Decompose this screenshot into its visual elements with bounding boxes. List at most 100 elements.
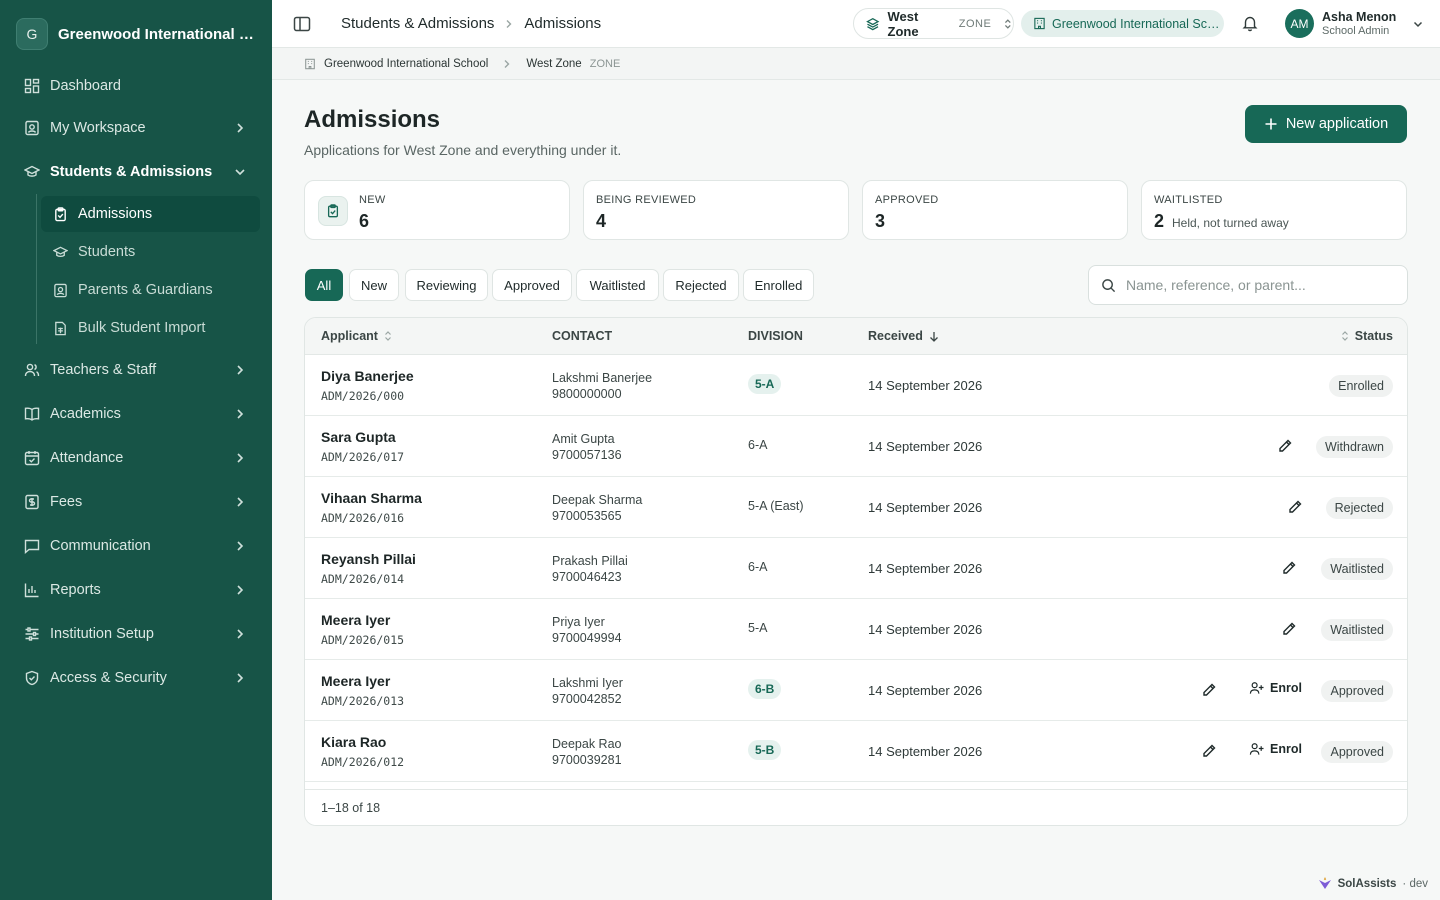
nav-dashboard[interactable]: Dashboard <box>12 68 260 104</box>
bar-chart-icon <box>24 583 39 598</box>
table-row[interactable]: Sara Gupta ADM/2026/017 Amit Gupta 97000… <box>305 416 1407 477</box>
column-applicant[interactable]: Applicant <box>321 329 392 343</box>
bell-icon[interactable] <box>1241 14 1259 32</box>
breadcrumb-current: Admissions <box>524 15 602 32</box>
chevron-right-icon <box>237 497 244 507</box>
parent-name: Amit Gupta <box>552 432 615 446</box>
sidebar-toggle-icon[interactable] <box>292 14 312 34</box>
nav-teachers-staff[interactable]: Teachers & Staff <box>12 352 260 388</box>
nav-fees[interactable]: Fees <box>12 484 260 520</box>
applicant-name[interactable]: Kiara Rao <box>321 734 386 750</box>
nav-institution-setup[interactable]: Institution Setup <box>12 616 260 652</box>
stat-card-approved: APPROVED 3 <box>862 180 1128 240</box>
pencil-icon[interactable] <box>1287 499 1303 515</box>
status-badge: Waitlisted <box>1321 619 1393 641</box>
table-header: Applicant CONTACT DIVISION Received Stat… <box>305 318 1407 355</box>
table-row[interactable]: Meera Iyer ADM/2026/013 Lakshmi Iyer 970… <box>305 660 1407 721</box>
nav-label: Attendance <box>50 450 124 466</box>
parent-phone: 9800000000 <box>552 387 622 401</box>
zone-selector[interactable]: West Zone ZONE <box>853 8 1014 39</box>
status-badge: Approved <box>1321 680 1393 702</box>
nav-reports[interactable]: Reports <box>12 572 260 608</box>
enrol-label: Enrol <box>1270 742 1302 756</box>
pencil-icon[interactable] <box>1201 743 1217 759</box>
table-row[interactable]: Reyansh Pillai ADM/2026/014 Prakash Pill… <box>305 538 1407 599</box>
nav-label: Reports <box>50 582 101 598</box>
search-field[interactable] <box>1088 265 1408 305</box>
subnav-bulk-import[interactable]: Bulk Student Import <box>41 310 260 346</box>
zone-tag: ZONE <box>958 17 992 30</box>
filter-enrolled[interactable]: Enrolled <box>743 269 814 301</box>
applicant-name[interactable]: Sara Gupta <box>321 429 396 445</box>
parent-name: Lakshmi Iyer <box>552 676 623 690</box>
pencil-icon[interactable] <box>1277 438 1293 454</box>
zone-name: West Zone <box>887 8 919 39</box>
filter-rejected[interactable]: Rejected <box>663 269 739 301</box>
table-row[interactable]: Meera Iyer ADM/2026/015 Priya Iyer 97000… <box>305 599 1407 660</box>
applicant-name[interactable]: Vihaan Sharma <box>321 490 422 506</box>
column-contact: CONTACT <box>552 329 613 343</box>
column-received[interactable]: Received <box>868 329 939 343</box>
nav-communication[interactable]: Communication <box>12 528 260 564</box>
filter-approved[interactable]: Approved <box>492 269 572 301</box>
stat-value: 4 <box>596 211 607 231</box>
nav-attendance[interactable]: Attendance <box>12 440 260 476</box>
school-pill[interactable]: Greenwood International School <box>1021 10 1224 37</box>
subnav-admissions[interactable]: Admissions <box>41 196 260 232</box>
clipboard-check-icon <box>55 206 66 221</box>
nav-access-security[interactable]: Access & Security <box>12 660 260 696</box>
enrol-button[interactable]: Enrol <box>1249 681 1302 695</box>
parent-phone: 9700053565 <box>552 509 622 523</box>
chevron-right-icon <box>237 365 244 375</box>
subnav-students[interactable]: Students <box>41 234 260 270</box>
receipt-icon <box>25 494 39 510</box>
pencil-icon[interactable] <box>1281 621 1297 637</box>
search-input[interactable] <box>1126 277 1386 293</box>
received-date: 14 September 2026 <box>868 561 983 576</box>
filter-waitlisted[interactable]: Waitlisted <box>576 269 659 301</box>
received-date: 14 September 2026 <box>868 500 983 515</box>
enrol-button[interactable]: Enrol <box>1249 742 1302 756</box>
division-badge: 5-A <box>748 374 782 394</box>
subnav-parents-guardians[interactable]: Parents & Guardians <box>41 272 260 308</box>
chevron-right-icon <box>237 453 244 463</box>
parent-phone: 9700046423 <box>552 570 622 584</box>
chevron-right-icon <box>237 629 244 639</box>
table-row[interactable]: Diya Banerjee ADM/2026/000 Lakshmi Baner… <box>305 355 1407 416</box>
new-application-button[interactable]: New application <box>1245 105 1407 143</box>
filter-new[interactable]: New <box>349 269 399 301</box>
parent-name: Lakshmi Banerjee <box>552 371 653 385</box>
chevron-right-icon <box>506 19 512 28</box>
applicant-name[interactable]: Meera Iyer <box>321 673 390 689</box>
applicant-name[interactable]: Reyansh Pillai <box>321 551 416 567</box>
pencil-icon[interactable] <box>1201 682 1217 698</box>
table-row[interactable]: Kiara Rao ADM/2026/012 Deepak Rao 970003… <box>305 721 1407 782</box>
scope-school[interactable]: Greenwood International School <box>324 58 488 70</box>
nav-label: My Workspace <box>50 120 146 136</box>
user-plus-icon <box>1249 743 1264 755</box>
received-date: 14 September 2026 <box>868 378 983 393</box>
nav-my-workspace[interactable]: My Workspace <box>12 110 260 146</box>
nav-students-admissions[interactable]: Students & Admissions <box>12 154 260 190</box>
nav-label: Institution Setup <box>50 626 154 642</box>
chevron-right-icon <box>237 123 244 133</box>
nav-label: Dashboard <box>50 78 121 94</box>
breadcrumb-parent[interactable]: Students & Admissions <box>341 15 494 32</box>
filter-all[interactable]: All <box>305 269 343 301</box>
nav-label: Access & Security <box>50 670 167 686</box>
nav-academics[interactable]: Academics <box>12 396 260 432</box>
applicant-name[interactable]: Diya Banerjee <box>321 368 414 384</box>
column-status[interactable]: Status <box>1341 329 1393 343</box>
sliders-icon <box>25 627 39 641</box>
received-date: 14 September 2026 <box>868 622 983 637</box>
org-switcher[interactable]: G Greenwood International School <box>16 18 256 50</box>
applicant-name[interactable]: Meera Iyer <box>321 612 390 628</box>
enrol-label: Enrol <box>1270 681 1302 695</box>
user-menu[interactable]: AM Asha Menon School Admin <box>1285 9 1424 38</box>
filter-reviewing[interactable]: Reviewing <box>405 269 488 301</box>
chevron-right-icon <box>237 409 244 419</box>
column-label: Received <box>868 329 923 343</box>
user-plus-icon <box>1249 682 1264 694</box>
table-row[interactable]: Vihaan Sharma ADM/2026/016 Deepak Sharma… <box>305 477 1407 538</box>
pencil-icon[interactable] <box>1281 560 1297 576</box>
